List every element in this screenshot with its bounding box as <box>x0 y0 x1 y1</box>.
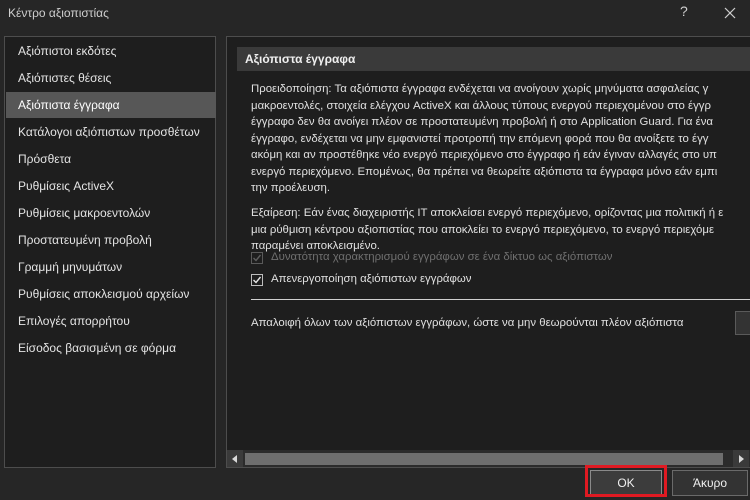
arrow-right-icon <box>739 455 744 463</box>
sidebar: Αξιόπιστοι εκδότες Αξιόπιστες θέσεις Αξι… <box>4 36 216 468</box>
sidebar-item-trusted-publishers[interactable]: Αξιόπιστοι εκδότες <box>6 38 216 64</box>
warning-line-7: την προέλευση. <box>251 182 330 194</box>
section-title: Αξιόπιστα έγγραφα <box>237 47 750 71</box>
warning-line-2: μακροεντολές, στοιχεία ελέγχου ActiveX κ… <box>251 99 711 112</box>
checkmark-icon <box>253 276 262 284</box>
horizontal-scrollbar[interactable] <box>227 450 750 467</box>
sidebar-item-privacy-options[interactable]: Επιλογές απορρήτου <box>6 308 216 334</box>
checkmark-icon <box>253 254 262 262</box>
network-trust-checkbox <box>251 252 263 264</box>
warning-line-4: έγγραφο, ενδέχεται να μην εμφανιστεί προ… <box>251 132 709 145</box>
disable-trusted-docs-checkbox-label[interactable]: Απενεργοποίηση αξιόπιστων εγγράφων <box>271 273 472 285</box>
scrollbar-thumb[interactable] <box>245 453 723 465</box>
exception-line-2: μια ρύθμιση κέντρου αξιοπιστίας που αποκ… <box>251 223 715 236</box>
scroll-right-button[interactable] <box>733 450 749 467</box>
cancel-button[interactable]: Άκυρο <box>672 470 748 496</box>
network-trust-checkbox-label: Δυνατότητα χαρακτηρισμού εγγράφων σε ένα… <box>271 251 613 263</box>
warning-line-1: Προειδοποίηση: Τα αξιόπιστα έγγραφα ενδέ… <box>251 83 709 95</box>
sidebar-item-form-based-signin[interactable]: Είσοδος βασισμένη σε φόρμα <box>6 335 216 361</box>
content-panel: Αξιόπιστα έγγραφα Προειδοποίηση: Τα αξιό… <box>226 36 750 468</box>
warning-line-3: έγγραφο δεν θα ανοίγει πλέον σε προστατε… <box>251 116 713 128</box>
clear-trusted-docs-label: Απαλοιφή όλων των αξιόπιστων εγγράφων, ώ… <box>251 317 684 329</box>
warning-line-5: ακόμη και αν προστέθηκε νέο ενεργό περιε… <box>251 149 717 161</box>
sidebar-item-trusted-documents[interactable]: Αξιόπιστα έγγραφα <box>6 92 216 118</box>
exception-line-1: Εξαίρεση: Εάν ένας διαχειριστής IT αποκλ… <box>251 207 724 219</box>
sidebar-item-addins[interactable]: Πρόσθετα <box>6 146 216 172</box>
close-icon <box>724 7 736 19</box>
help-button[interactable]: ? <box>680 3 688 19</box>
close-button[interactable] <box>718 3 742 23</box>
clear-trusted-docs-button[interactable] <box>735 311 750 335</box>
arrow-left-icon <box>232 455 237 463</box>
disable-trusted-docs-checkbox[interactable] <box>251 274 263 286</box>
sidebar-item-trusted-locations[interactable]: Αξιόπιστες θέσεις <box>6 65 216 91</box>
ok-button[interactable]: OK <box>590 470 662 496</box>
sidebar-item-macro-settings[interactable]: Ρυθμίσεις μακροεντολών <box>6 200 216 226</box>
title-bar: Κέντρο αξιοπιστίας ? <box>0 0 750 26</box>
window-title: Κέντρο αξιοπιστίας <box>8 6 109 20</box>
sidebar-item-protected-view[interactable]: Προστατευμένη προβολή <box>6 227 216 253</box>
divider <box>251 299 750 300</box>
sidebar-item-message-bar[interactable]: Γραμμή μηνυμάτων <box>6 254 216 280</box>
warning-line-6: ενεργό περιεχόμενο. Επομένως, θα πρέπει … <box>251 165 718 178</box>
scroll-left-button[interactable] <box>227 450 243 467</box>
sidebar-item-trusted-addin-catalogs[interactable]: Κατάλογοι αξιόπιστων προσθέτων <box>6 119 216 145</box>
sidebar-item-activex-settings[interactable]: Ρυθμίσεις ActiveX <box>6 173 216 199</box>
sidebar-item-file-block-settings[interactable]: Ρυθμίσεις αποκλεισμού αρχείων <box>6 281 216 307</box>
